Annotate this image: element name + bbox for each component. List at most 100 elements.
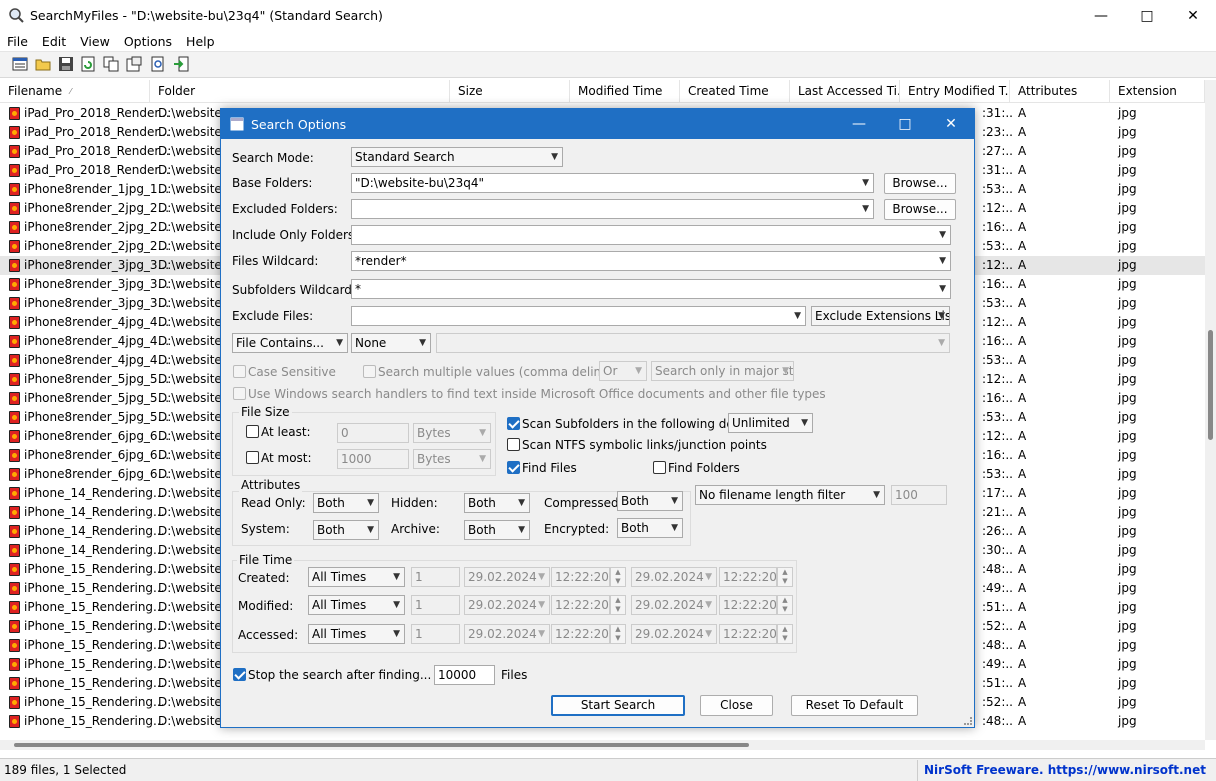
- accessed-to-time[interactable]: 12:22:20: [719, 624, 777, 644]
- contains-text-input[interactable]: ▼: [436, 333, 950, 353]
- created-from-time[interactable]: 12:22:20: [551, 567, 610, 587]
- find-files-checkbox[interactable]: [507, 461, 520, 474]
- filename-length-input[interactable]: 100: [891, 485, 947, 505]
- read-only-select[interactable]: Both ▼: [313, 493, 379, 513]
- include-only-input[interactable]: ▼: [351, 225, 951, 245]
- dialog-close-icon[interactable]: ✕: [928, 109, 974, 139]
- dialog-minimize-icon[interactable]: —: [836, 109, 882, 139]
- cell-attributes: A: [1018, 277, 1027, 291]
- created-range-select[interactable]: All Times ▼: [308, 567, 405, 587]
- menu-edit[interactable]: Edit: [35, 34, 73, 49]
- created-to-time[interactable]: 12:22:20: [719, 567, 777, 587]
- modified-from-date[interactable]: 29.02.2024 ▼: [464, 595, 550, 615]
- col-folder[interactable]: Folder: [150, 80, 450, 103]
- compressed-select[interactable]: Both ▼: [617, 491, 683, 511]
- open-folder-icon[interactable]: [35, 56, 51, 72]
- at-most-unit-select[interactable]: Bytes ▼: [413, 449, 491, 469]
- dialog-maximize-icon[interactable]: □: [882, 109, 928, 139]
- excluded-folders-input[interactable]: ▼: [351, 199, 874, 219]
- file-contains-select[interactable]: File Contains... ▼: [232, 333, 348, 353]
- accessed-range-select[interactable]: All Times ▼: [308, 624, 405, 644]
- accessed-from-spin-icon[interactable]: ▲ ▼: [610, 624, 626, 644]
- archive-select[interactable]: Both ▼: [464, 520, 530, 540]
- exclude-extensions-select[interactable]: Exclude Extensions List ▼: [811, 306, 950, 326]
- created-to-spin-icon[interactable]: ▲ ▼: [777, 567, 793, 587]
- depth-select[interactable]: Unlimited ▼: [728, 413, 813, 433]
- col-accessed[interactable]: Last Accessed Ti...: [790, 80, 900, 103]
- accessed-to-spin-icon[interactable]: ▲ ▼: [777, 624, 793, 644]
- exclude-files-input[interactable]: ▼: [351, 306, 806, 326]
- exit-icon[interactable]: [173, 56, 189, 72]
- accessed-to-date[interactable]: 29.02.2024 ▼: [631, 624, 717, 644]
- created-from-date[interactable]: 29.02.2024 ▼: [464, 567, 550, 587]
- maximize-icon[interactable]: □: [1124, 0, 1170, 31]
- col-size[interactable]: Size: [450, 80, 570, 103]
- search-options-icon[interactable]: [12, 56, 28, 72]
- find-folders-checkbox[interactable]: [653, 461, 666, 474]
- contains-type-select[interactable]: None ▼: [351, 333, 431, 353]
- modified-from-time[interactable]: 12:22:20: [551, 595, 610, 615]
- close-button[interactable]: Close: [700, 695, 773, 716]
- horizontal-scrollbar[interactable]: [0, 740, 1205, 750]
- modified-to-time[interactable]: 12:22:20: [719, 595, 777, 615]
- menu-help[interactable]: Help: [179, 34, 222, 49]
- minimize-icon[interactable]: —: [1078, 0, 1124, 31]
- at-most-checkbox[interactable]: [246, 451, 259, 464]
- find-icon[interactable]: [150, 56, 166, 72]
- start-search-button[interactable]: Start Search: [551, 695, 685, 716]
- case-sensitive-checkbox[interactable]: [233, 365, 246, 378]
- reset-default-button[interactable]: Reset To Default: [791, 695, 918, 716]
- cell-extension: jpg: [1118, 125, 1137, 139]
- created-to-date[interactable]: 29.02.2024 ▼: [631, 567, 717, 587]
- menu-options[interactable]: Options: [117, 34, 179, 49]
- accessed-count-input[interactable]: 1: [411, 624, 460, 644]
- stop-after-checkbox[interactable]: [233, 668, 246, 681]
- encrypted-select[interactable]: Both ▼: [617, 518, 683, 538]
- base-folders-input[interactable]: "D:\website-bu\23q4" ▼: [351, 173, 874, 193]
- modified-from-spin-icon[interactable]: ▲ ▼: [610, 595, 626, 615]
- modified-to-spin-icon[interactable]: ▲ ▼: [777, 595, 793, 615]
- col-attributes[interactable]: Attributes: [1010, 80, 1110, 103]
- subfolders-wildcard-input[interactable]: * ▼: [351, 279, 951, 299]
- browse-excluded-button[interactable]: Browse...: [884, 199, 956, 220]
- col-entry-modified[interactable]: Entry Modified T...: [900, 80, 1010, 103]
- modified-count-input[interactable]: 1: [411, 595, 460, 615]
- col-created[interactable]: Created Time: [680, 80, 790, 103]
- created-count-input[interactable]: 1: [411, 567, 460, 587]
- resize-grip-icon[interactable]: [964, 717, 972, 725]
- col-filename[interactable]: Filename ⁄: [0, 80, 150, 103]
- copy-icon[interactable]: [103, 56, 119, 72]
- hidden-select[interactable]: Both ▼: [464, 493, 530, 513]
- nirsoft-link[interactable]: NirSoft Freeware. https://www.nirsoft.ne…: [917, 760, 1216, 781]
- accessed-from-date[interactable]: 29.02.2024 ▼: [464, 624, 550, 644]
- or-select[interactable]: Or ▼: [599, 361, 647, 381]
- save-icon[interactable]: [58, 56, 74, 72]
- filename-length-select[interactable]: No filename length filter ▼: [695, 485, 885, 505]
- vertical-scrollbar[interactable]: [1205, 80, 1216, 740]
- scan-ntfs-checkbox[interactable]: [507, 438, 520, 451]
- menu-view[interactable]: View: [73, 34, 117, 49]
- accessed-from-time[interactable]: 12:22:20: [551, 624, 610, 644]
- close-icon[interactable]: ✕: [1170, 0, 1216, 31]
- at-least-input[interactable]: 0: [337, 423, 409, 443]
- stop-after-input[interactable]: 10000: [434, 665, 495, 685]
- use-windows-search-checkbox[interactable]: [233, 387, 246, 400]
- modified-to-date[interactable]: 29.02.2024 ▼: [631, 595, 717, 615]
- col-modified[interactable]: Modified Time: [570, 80, 680, 103]
- major-streams-select[interactable]: Search only in major stre ▼: [651, 361, 794, 381]
- search-multiple-checkbox[interactable]: [363, 365, 376, 378]
- files-wildcard-input[interactable]: *render* ▼: [351, 251, 951, 271]
- scan-subfolders-checkbox[interactable]: [507, 417, 520, 430]
- created-from-spin-icon[interactable]: ▲ ▼: [610, 567, 626, 587]
- browse-base-button[interactable]: Browse...: [884, 173, 956, 194]
- col-extension[interactable]: Extension: [1110, 80, 1205, 103]
- menu-file[interactable]: File: [0, 34, 35, 49]
- properties-icon[interactable]: [126, 56, 142, 72]
- at-least-checkbox[interactable]: [246, 425, 259, 438]
- search-mode-select[interactable]: Standard Search ▼: [351, 147, 563, 167]
- refresh-icon[interactable]: [80, 56, 96, 72]
- at-most-input[interactable]: 1000: [337, 449, 409, 469]
- system-select[interactable]: Both ▼: [313, 520, 379, 540]
- at-least-unit-select[interactable]: Bytes ▼: [413, 423, 491, 443]
- modified-range-select[interactable]: All Times ▼: [308, 595, 405, 615]
